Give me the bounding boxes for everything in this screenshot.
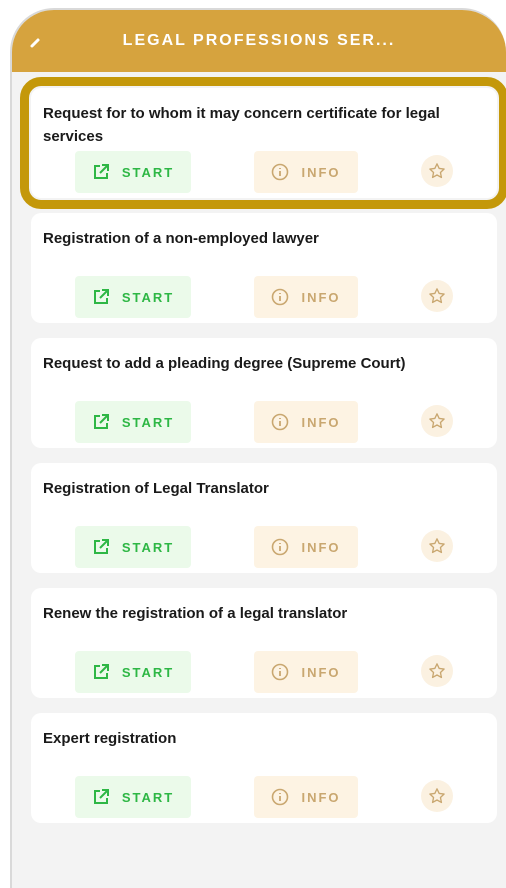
star-outline-icon <box>428 787 446 805</box>
info-button[interactable]: INFO <box>254 276 358 318</box>
info-circle-icon <box>271 163 289 181</box>
start-button[interactable]: START <box>75 776 191 818</box>
info-label: INFO <box>301 289 341 305</box>
favorite-button[interactable] <box>421 280 453 312</box>
info-circle-icon <box>271 538 289 556</box>
start-button[interactable]: START <box>75 651 191 693</box>
service-card: Renew the registration of a legal transl… <box>31 588 497 698</box>
start-button[interactable]: START <box>75 526 191 568</box>
info-label: INFO <box>301 664 341 680</box>
app-header: LEGAL PROFESSIONS SER... <box>12 10 506 72</box>
start-button[interactable]: START <box>75 401 191 443</box>
favorite-button[interactable] <box>421 655 453 687</box>
star-outline-icon <box>428 662 446 680</box>
star-outline-icon <box>428 162 446 180</box>
info-circle-icon <box>271 288 289 306</box>
info-button[interactable]: INFO <box>254 401 358 443</box>
start-button[interactable]: START <box>75 276 191 318</box>
star-outline-icon <box>428 537 446 555</box>
services-list: Request for to whom it may concern certi… <box>20 77 506 838</box>
external-link-icon <box>92 288 110 306</box>
external-link-icon <box>92 163 110 181</box>
info-button[interactable]: INFO <box>254 526 358 568</box>
service-title: Registration of Legal Translator <box>43 480 269 497</box>
start-label: START <box>121 789 175 805</box>
info-label: INFO <box>301 539 341 555</box>
start-button[interactable]: START <box>75 151 191 193</box>
info-label: INFO <box>301 789 341 805</box>
start-label: START <box>121 539 175 555</box>
service-card: Registration of a non-employed lawyer ST… <box>31 213 497 323</box>
external-link-icon <box>92 663 110 681</box>
star-outline-icon <box>428 412 446 430</box>
favorite-button[interactable] <box>421 405 453 437</box>
service-title: Registration of a non-employed lawyer <box>43 230 319 247</box>
external-link-icon <box>92 788 110 806</box>
external-link-icon <box>92 538 110 556</box>
start-label: START <box>121 414 175 430</box>
service-card: Request for to whom it may concern certi… <box>20 77 506 209</box>
info-label: INFO <box>301 414 341 430</box>
external-link-icon <box>92 413 110 431</box>
service-title: Expert registration <box>43 730 177 747</box>
phone-frame: LEGAL PROFESSIONS SER... Request for to … <box>10 8 506 888</box>
favorite-button[interactable] <box>421 155 453 187</box>
info-button[interactable]: INFO <box>254 776 358 818</box>
service-card: Expert registration START INFO <box>31 713 497 823</box>
favorite-button[interactable] <box>421 530 453 562</box>
info-button[interactable]: INFO <box>254 651 358 693</box>
info-circle-icon <box>271 413 289 431</box>
info-button[interactable]: INFO <box>254 151 358 193</box>
star-outline-icon <box>428 287 446 305</box>
service-title: Request to add a pleading degree (Suprem… <box>43 355 406 372</box>
start-label: START <box>121 289 175 305</box>
page-title: LEGAL PROFESSIONS SER... <box>122 32 396 49</box>
info-label: INFO <box>301 164 341 180</box>
info-circle-icon <box>271 788 289 806</box>
service-title: Request for to whom it may concern certi… <box>43 105 440 145</box>
favorite-button[interactable] <box>421 780 453 812</box>
info-circle-icon <box>271 663 289 681</box>
service-card: Request to add a pleading degree (Suprem… <box>31 338 497 448</box>
start-label: START <box>121 164 175 180</box>
service-title: Renew the registration of a legal transl… <box>43 605 348 622</box>
service-card: Registration of Legal Translator START I… <box>31 463 497 573</box>
start-label: START <box>121 664 175 680</box>
